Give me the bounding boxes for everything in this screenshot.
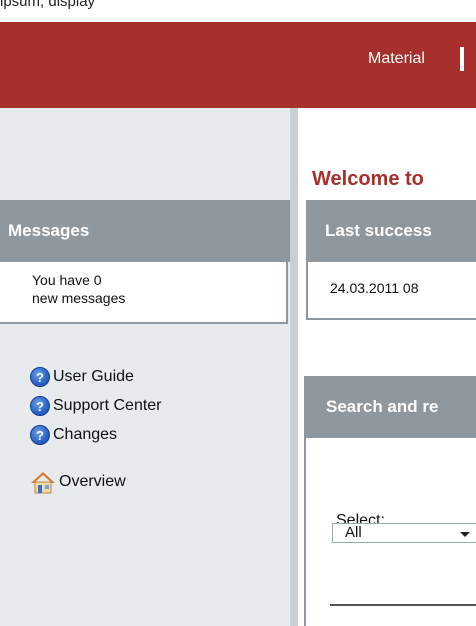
changes-link[interactable]: ? Changes — [30, 420, 162, 449]
messages-line2[interactable]: new messages — [32, 289, 286, 307]
messages-panel-title: Messages — [0, 200, 290, 262]
messages-panel-body: You have 0 new messages — [0, 262, 288, 324]
clipped-top-text: ipsum, display — [0, 0, 96, 10]
changes-label: Changes — [53, 425, 118, 443]
help-icon: ? — [30, 395, 50, 416]
overview-label: Overview — [59, 472, 126, 490]
home-icon — [31, 471, 55, 493]
last-success-value: 24.03.2011 08 — [330, 280, 419, 296]
sidebar-edge — [290, 108, 298, 626]
overview-link[interactable]: Overview — [30, 467, 162, 496]
user-guide-label: User Guide — [53, 367, 134, 385]
nav-separator — [460, 47, 464, 71]
search-panel-title: Search and re — [304, 376, 476, 438]
support-center-label: Support Center — [53, 396, 162, 414]
help-icon: ? — [30, 366, 50, 387]
sidebar-links: ? User Guide ? Support Center ? Changes … — [30, 362, 162, 496]
chevron-down-icon — [460, 532, 470, 537]
nav-material-link[interactable]: Material — [368, 50, 425, 68]
welcome-heading: Welcome to — [312, 168, 424, 190]
top-strip: ipsum, display — [0, 0, 476, 22]
select-value: All — [345, 524, 362, 541]
last-success-title: Last success — [306, 200, 476, 262]
last-success-body: 24.03.2011 08 — [306, 262, 476, 320]
select-dropdown[interactable]: All — [332, 523, 476, 543]
user-guide-link[interactable]: ? User Guide — [30, 362, 162, 391]
support-center-link[interactable]: ? Support Center — [30, 391, 162, 420]
divider — [330, 604, 476, 606]
messages-line1: You have 0 — [32, 272, 102, 288]
header-bar: Material — [0, 22, 476, 108]
help-icon: ? — [30, 424, 50, 445]
